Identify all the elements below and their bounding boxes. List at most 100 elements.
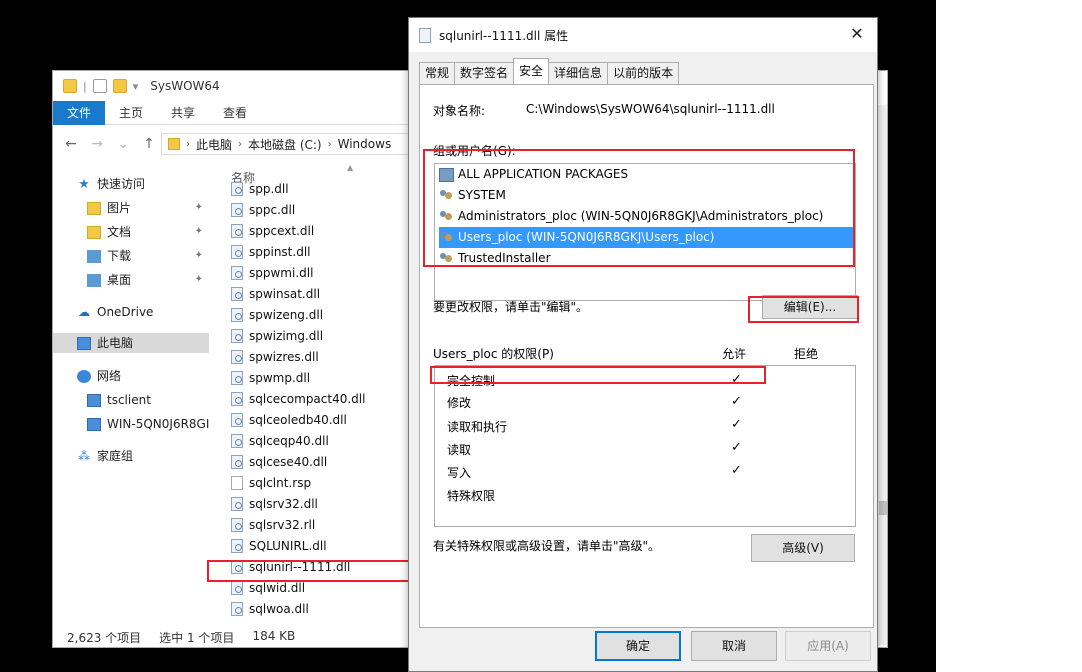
chevron-right-icon[interactable]: › <box>238 139 242 150</box>
file-name: spwizres.dll <box>249 350 319 364</box>
properties-icon[interactable] <box>92 79 107 93</box>
file-row[interactable]: sqlceqp40.dll <box>231 431 329 451</box>
nav-documents[interactable]: 文档 ✦ <box>87 222 211 242</box>
file-row[interactable]: SQLUNIRL.dll <box>231 536 327 556</box>
nav-label: 网络 <box>97 369 122 383</box>
tab-general[interactable]: 常规 <box>419 62 456 84</box>
scrollbar-thumb[interactable] <box>879 501 887 515</box>
file-row[interactable]: spwinsat.dll <box>231 284 320 304</box>
pin-icon[interactable]: ✦ <box>195 246 203 266</box>
nav-pictures[interactable]: 图片 ✦ <box>87 198 211 218</box>
users-icon <box>439 231 454 245</box>
ribbon-tab-share[interactable]: 共享 <box>157 101 209 125</box>
file-row[interactable]: sppc.dll <box>231 200 295 220</box>
advanced-button[interactable]: 高级(V) <box>751 534 855 562</box>
nav-desktop[interactable]: 桌面 ✦ <box>87 270 211 290</box>
explorer-scrollbar[interactable] <box>877 105 887 645</box>
file-icon <box>231 518 243 532</box>
file-row[interactable]: sqlcese40.dll <box>231 452 327 472</box>
file-row[interactable]: sppinst.dll <box>231 242 310 262</box>
ribbon-tab-view[interactable]: 查看 <box>209 101 261 125</box>
pin-icon[interactable]: ✦ <box>195 198 203 218</box>
dropdown-arrow-icon[interactable]: ▾ <box>133 80 139 93</box>
ribbon-tab-file[interactable]: 文件 <box>53 101 106 125</box>
tab-digital-signatures[interactable]: 数字签名 <box>454 62 515 84</box>
tab-details[interactable]: 详细信息 <box>548 62 609 84</box>
check-icon: ✓ <box>731 440 742 455</box>
computer-icon <box>87 417 101 431</box>
group-item-administrators[interactable]: Administrators_ploc (WIN-5QN0J6R8GKJ\Adm… <box>439 206 827 227</box>
change-permissions-hint: 要更改权限，请单击"编辑"。 <box>433 300 589 314</box>
group-item-all-packages[interactable]: ALL APPLICATION PACKAGES <box>439 164 632 185</box>
back-icon[interactable]: ← <box>63 136 79 152</box>
file-row[interactable]: spwmp.dll <box>231 368 310 388</box>
file-row[interactable]: sqlceoledb40.dll <box>231 410 347 430</box>
file-row[interactable]: spwizres.dll <box>231 347 319 367</box>
nav-this-pc[interactable]: 此电脑 <box>53 333 209 353</box>
file-icon <box>231 455 243 469</box>
breadcrumb-local-disk[interactable]: 本地磁盘 (C:) <box>248 136 322 153</box>
folder-icon <box>168 138 180 150</box>
computer-icon <box>87 393 101 407</box>
nav-win-host[interactable]: WIN-5QN0J6R8GI <box>87 414 209 434</box>
nav-quick-access[interactable]: ★ 快速访问 <box>77 174 145 194</box>
file-name: SQLUNIRL.dll <box>249 539 327 553</box>
new-folder-icon[interactable] <box>112 79 127 93</box>
perm-write: 写入 <box>447 466 472 480</box>
perm-special: 特殊权限 <box>447 489 496 503</box>
apply-button[interactable]: 应用(A) <box>785 631 871 661</box>
nav-tsclient[interactable]: tsclient <box>87 390 151 410</box>
file-icon <box>231 581 243 595</box>
up-icon[interactable]: ↑ <box>141 136 157 152</box>
ok-button[interactable]: 确定 <box>595 631 681 661</box>
pin-icon[interactable]: ✦ <box>195 270 203 290</box>
file-row[interactable]: sqlcecompact40.dll <box>231 389 365 409</box>
edit-button[interactable]: 编辑(E)... <box>762 295 858 319</box>
file-icon <box>231 350 243 364</box>
nav-downloads[interactable]: 下载 ✦ <box>87 246 211 266</box>
file-name: sppcext.dll <box>249 224 315 238</box>
file-row[interactable]: sqlwid.dll <box>231 578 305 598</box>
file-row[interactable]: sqlunirl--1111.dll <box>231 557 350 577</box>
file-row[interactable]: spp.dll <box>231 179 289 199</box>
nav-label: 文档 <box>107 225 132 239</box>
group-item-system[interactable]: SYSTEM <box>439 185 510 206</box>
file-row[interactable]: sppcext.dll <box>231 221 314 241</box>
file-name: sqlsrv32.dll <box>249 497 318 511</box>
file-icon <box>231 413 243 427</box>
users-icon <box>439 210 454 224</box>
file-icon <box>231 245 243 259</box>
nav-network[interactable]: 网络 <box>77 366 121 386</box>
close-icon[interactable]: ✕ <box>845 22 869 46</box>
status-size: 184 KB <box>252 629 296 643</box>
breadcrumb-this-pc[interactable]: 此电脑 <box>196 136 232 153</box>
sort-caret-icon: ▲ <box>347 163 354 172</box>
nav-homegroup[interactable]: ⁂ 家庭组 <box>77 446 133 466</box>
file-row[interactable]: sqlsrv32.rll <box>231 515 315 535</box>
group-label: Administrators_ploc (WIN-5QN0J6R8GKJ\Adm… <box>458 209 824 223</box>
file-row[interactable]: sppwmi.dll <box>231 263 313 283</box>
pin-icon[interactable]: ✦ <box>195 222 203 242</box>
forward-icon[interactable]: → <box>89 136 105 152</box>
chevron-right-icon[interactable]: › <box>186 139 190 150</box>
file-row[interactable]: spwizeng.dll <box>231 305 323 325</box>
ribbon-tab-home[interactable]: 主页 <box>105 101 157 125</box>
cancel-button[interactable]: 取消 <box>691 631 777 661</box>
breadcrumb-windows[interactable]: Windows <box>338 137 392 151</box>
group-item-trustedinstaller[interactable]: TrustedInstaller <box>439 248 555 269</box>
tab-security[interactable]: 安全 <box>513 58 550 84</box>
tab-previous-versions[interactable]: 以前的版本 <box>607 62 680 84</box>
recent-dropdown-icon[interactable]: ⌄ <box>115 136 131 152</box>
group-item-users[interactable]: Users_ploc (WIN-5QN0J6R8GKJ\Users_ploc) <box>439 227 855 248</box>
nav-onedrive[interactable]: ☁ OneDrive <box>77 302 153 322</box>
file-icon <box>231 392 243 406</box>
separator: | <box>83 79 87 93</box>
file-row[interactable]: sqlclnt.rsp <box>231 473 311 493</box>
cloud-icon: ☁ <box>78 304 90 319</box>
file-row[interactable]: sqlsrv32.dll <box>231 494 318 514</box>
file-row[interactable]: spwizimg.dll <box>231 326 323 346</box>
file-row[interactable]: sqlwoa.dll <box>231 599 309 619</box>
dialog-title: sqlunirl--1111.dll 属性 <box>439 28 569 43</box>
chevron-right-icon[interactable]: › <box>328 139 332 150</box>
file-name: sppc.dll <box>249 203 296 217</box>
